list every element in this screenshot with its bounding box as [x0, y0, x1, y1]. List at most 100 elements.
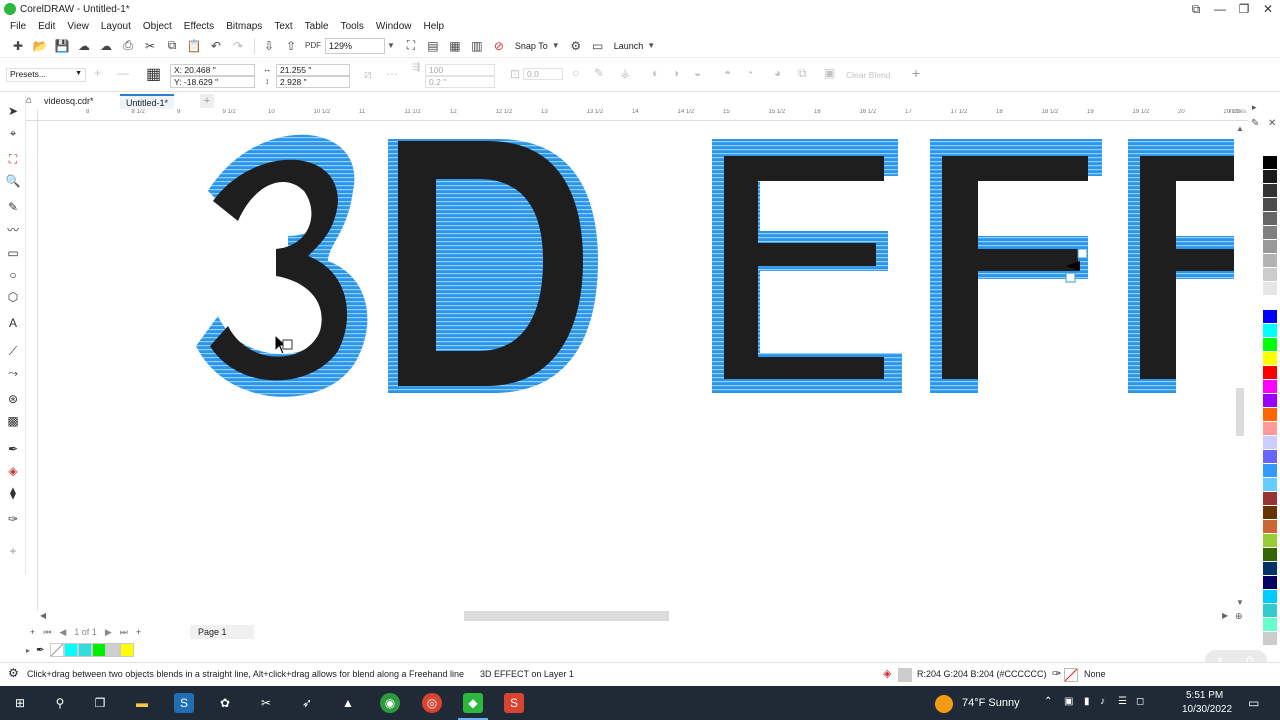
blend-angle-field[interactable]: 0.0	[523, 68, 563, 80]
palette-swatch[interactable]	[1263, 142, 1277, 156]
cloud-upload-icon[interactable]: ☁	[96, 37, 116, 55]
blend-steps-icon[interactable]: ⋯	[386, 67, 398, 81]
shape-tool-icon[interactable]: ⌖	[4, 124, 22, 142]
palette-swatch[interactable]	[1263, 184, 1277, 198]
menu-bitmaps[interactable]: Bitmaps	[220, 21, 268, 32]
scroll-up-icon[interactable]: ▲	[1236, 124, 1244, 133]
next-page-icon[interactable]: ▶	[105, 627, 112, 638]
file-explorer-icon[interactable]: ▬	[132, 693, 152, 713]
object-origin-icon[interactable]: ▦	[146, 64, 166, 84]
options-gear-icon[interactable]: ⚙	[566, 37, 586, 55]
horizontal-ruler[interactable]: 8 8 1/2 9 9 1/2 10 10 1/2 11 11 1/2 12 12 1/2 13 13…	[26, 109, 1248, 121]
launch-label[interactable]: Launch	[614, 41, 644, 51]
edge-icon[interactable]: ◉	[380, 693, 400, 713]
chrome-icon[interactable]: ◎	[422, 693, 442, 713]
swatch-gray[interactable]	[106, 643, 121, 657]
y-position-field[interactable]: Y: -18.629 "	[170, 76, 255, 88]
counterclockwise-blend-icon[interactable]: ◒	[694, 66, 701, 80]
task-view-icon[interactable]: ❐	[90, 693, 110, 713]
polygon-tool-icon[interactable]: ⬡	[4, 288, 22, 306]
prev-page-icon[interactable]: ◀	[59, 627, 66, 638]
palette-swatch[interactable]	[1263, 296, 1277, 310]
clock-date[interactable]: 10/30/2022	[1182, 704, 1232, 715]
palette-swatch[interactable]	[1263, 436, 1277, 450]
direct-blend-icon[interactable]: ◐	[652, 66, 659, 80]
chevron-down-icon[interactable]: ▼	[647, 41, 655, 50]
menu-text[interactable]: Text	[268, 21, 298, 32]
palette-swatch[interactable]	[1263, 632, 1277, 646]
add-page-icon[interactable]: +	[30, 627, 35, 637]
palette-swatch[interactable]	[1263, 268, 1277, 282]
palette-swatch[interactable]	[1263, 450, 1277, 464]
palette-swatch[interactable]	[1263, 366, 1277, 380]
palette-swatch[interactable]	[1263, 576, 1277, 590]
artistic-media-icon[interactable]: 〰	[4, 220, 22, 238]
swatch-cyan[interactable]	[64, 643, 79, 657]
chevron-down-icon[interactable]: ▼	[552, 41, 560, 50]
page-tab[interactable]: Page 1	[190, 625, 254, 639]
outline-swatch[interactable]	[1064, 668, 1078, 682]
width-field[interactable]: 21.255 "	[276, 64, 350, 76]
snap-to-label[interactable]: Snap To	[515, 41, 548, 51]
palette-swatch[interactable]	[1263, 212, 1277, 226]
tray-chevron-icon[interactable]: ⌃	[1044, 696, 1052, 707]
menu-effects[interactable]: Effects	[178, 21, 220, 32]
object-acceleration-icon[interactable]: ◓	[724, 66, 731, 80]
new-document-icon[interactable]: ✚	[8, 37, 28, 55]
export-icon[interactable]: ⇧	[281, 37, 301, 55]
add-icon[interactable]: +	[912, 65, 920, 81]
palette-swatch[interactable]	[1263, 226, 1277, 240]
rulers-icon[interactable]: ▤	[423, 37, 443, 55]
action-center-icon[interactable]: ▭	[1248, 696, 1259, 710]
x-position-field[interactable]: X: 20.468 "	[170, 64, 255, 76]
letter-d[interactable]	[388, 139, 598, 393]
palette-swatch[interactable]	[1263, 548, 1277, 562]
copy-blend-properties-icon[interactable]: ⧉	[798, 66, 807, 81]
menu-layout[interactable]: Layout	[95, 21, 137, 32]
interactive-fill-icon[interactable]: ◈	[4, 462, 22, 480]
letter-f-2[interactable]	[1128, 139, 1234, 393]
letter-3[interactable]	[196, 134, 368, 397]
palette-swatch[interactable]	[1263, 408, 1277, 422]
vertical-ruler[interactable]	[26, 121, 38, 611]
menu-help[interactable]: Help	[418, 21, 451, 32]
letter-e[interactable]	[712, 139, 902, 393]
palette-swatch[interactable]	[1263, 380, 1277, 394]
palette-swatch[interactable]	[1263, 156, 1277, 170]
volume-icon[interactable]: ♪	[1100, 696, 1105, 707]
redo-icon[interactable]: ↷	[228, 37, 248, 55]
palette-swatch[interactable]	[1263, 590, 1277, 604]
snipping-tool-icon[interactable]: ✂	[256, 693, 276, 713]
menu-tools[interactable]: Tools	[335, 21, 370, 32]
tab-videosq[interactable]: videosq.cdr*	[38, 94, 100, 109]
guidelines-icon[interactable]: ▥	[467, 37, 487, 55]
copy-icon[interactable]: ⧉	[162, 37, 182, 55]
import-icon[interactable]: ⇩	[259, 37, 279, 55]
horizontal-scroll-thumb[interactable]	[464, 611, 669, 621]
search-icon[interactable]: ⚲	[50, 693, 70, 713]
vertical-scrollbar[interactable]	[1234, 121, 1246, 610]
menu-table[interactable]: Table	[299, 21, 335, 32]
palette-swatch[interactable]	[1263, 464, 1277, 478]
blend-tool-icon[interactable]: ⊛	[4, 390, 22, 408]
menu-file[interactable]: File	[4, 21, 32, 32]
undo-icon[interactable]: ↶	[206, 37, 226, 55]
pick-tool-icon[interactable]: ➤	[4, 102, 22, 120]
palette-swatch[interactable]	[1263, 534, 1277, 548]
battery-icon[interactable]: ▮	[1084, 696, 1090, 707]
connector-tool-icon[interactable]: ⤳	[4, 364, 22, 382]
app-cursor-icon[interactable]: ➶	[297, 693, 317, 713]
ellipse-tool-icon[interactable]: ○	[4, 266, 22, 284]
eyedropper-icon[interactable]: ✒	[36, 645, 44, 656]
path-properties-icon[interactable]: ✎	[594, 66, 604, 80]
ruler-origin[interactable]	[26, 109, 38, 121]
remove-preset-icon[interactable]: —	[117, 66, 129, 80]
palette-swatch[interactable]	[1263, 240, 1277, 254]
minimize-button[interactable]: —	[1208, 0, 1232, 18]
scroll-down-icon[interactable]: ▼	[1236, 598, 1244, 607]
app-s-icon[interactable]: S	[174, 693, 194, 713]
transparency-tool-icon[interactable]: ▩	[4, 412, 22, 430]
network-icon[interactable]: ☰	[1118, 696, 1127, 707]
blend-options-icon[interactable]: ⚶	[620, 66, 630, 80]
pdf-icon[interactable]: PDF	[303, 37, 323, 55]
